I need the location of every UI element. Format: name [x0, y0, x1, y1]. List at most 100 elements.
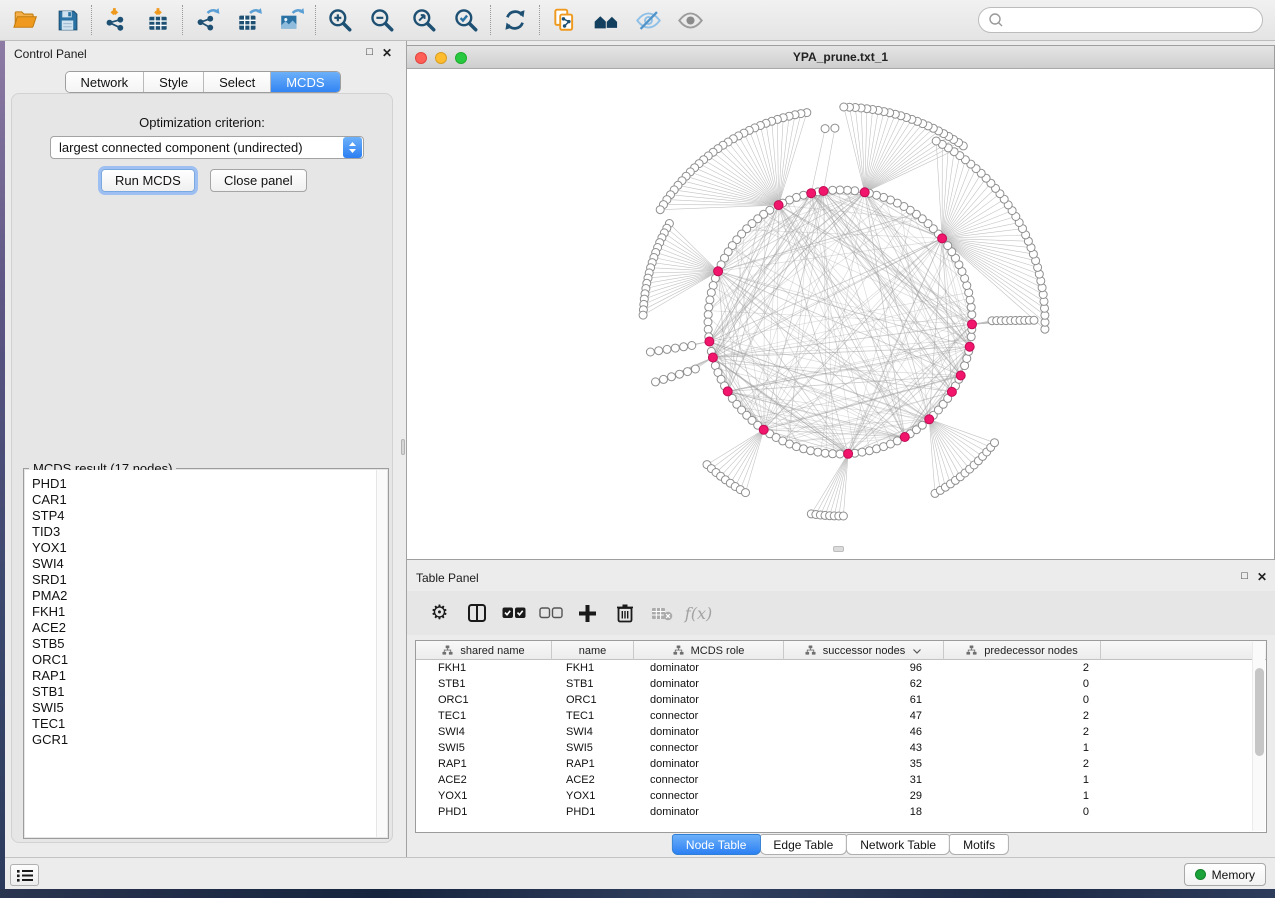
mcds-result-item[interactable]: SRD1 — [32, 572, 376, 588]
graph-hub-node[interactable] — [947, 387, 956, 396]
mcds-result-item[interactable]: TID3 — [32, 524, 376, 540]
close-panel-button[interactable]: Close panel — [210, 169, 307, 192]
vertical-splitter-handle[interactable] — [401, 439, 405, 455]
table-row[interactable]: SWI5SWI5connector431 — [416, 740, 1266, 756]
tab-mcds[interactable]: MCDS — [271, 72, 339, 93]
graph-node[interactable] — [967, 303, 975, 311]
graph-node[interactable] — [821, 449, 829, 457]
tab-network-table[interactable]: Network Table — [846, 834, 950, 855]
graph-node[interactable] — [684, 368, 692, 376]
graph-node[interactable] — [656, 206, 664, 214]
graph-node[interactable] — [932, 137, 940, 145]
table-row[interactable]: YOX1YOX1connector291 — [416, 788, 1266, 804]
graph-node[interactable] — [829, 186, 837, 194]
graph-node[interactable] — [704, 325, 712, 333]
graph-node[interactable] — [676, 370, 684, 378]
graph-hub-node[interactable] — [774, 201, 783, 210]
mcds-result-item[interactable]: PMA2 — [32, 588, 376, 604]
graph-hub-node[interactable] — [714, 267, 723, 276]
graph-node[interactable] — [742, 489, 750, 497]
mcds-result-item[interactable]: GCR1 — [32, 732, 376, 748]
graph-node[interactable] — [706, 296, 714, 304]
table-scrollbar-thumb[interactable] — [1255, 668, 1264, 756]
zoom-in-icon[interactable] — [319, 3, 361, 37]
graph-hub-node[interactable] — [723, 387, 732, 396]
tab-network[interactable]: Network — [65, 72, 144, 93]
mcds-result-item[interactable]: TEC1 — [32, 716, 376, 732]
network-window-titlebar[interactable]: YPA_prune.txt_1 — [407, 46, 1274, 69]
tab-edge-table[interactable]: Edge Table — [759, 834, 847, 855]
graph-node[interactable] — [705, 303, 713, 311]
mcds-result-item[interactable]: STP4 — [32, 508, 376, 524]
tab-select[interactable]: Select — [204, 72, 271, 93]
graph-node[interactable] — [831, 124, 839, 132]
graph-node[interactable] — [839, 512, 847, 520]
mcds-result-item[interactable]: RAP1 — [32, 668, 376, 684]
mcds-result-item[interactable]: STB5 — [32, 636, 376, 652]
column-header-shared-name[interactable]: shared name — [416, 641, 552, 660]
graph-node[interactable] — [655, 347, 663, 355]
mcds-result-item[interactable]: CAR1 — [32, 492, 376, 508]
search-input[interactable] — [1009, 10, 1262, 30]
delete-column-icon[interactable] — [606, 598, 643, 628]
mcds-result-scrollbar[interactable] — [376, 470, 387, 837]
mcds-result-item[interactable]: ORC1 — [32, 652, 376, 668]
graph-node[interactable] — [843, 186, 851, 194]
table-mode-icon[interactable]: ⚙ — [421, 598, 458, 628]
graph-node[interactable] — [660, 375, 668, 383]
graph-hub-node[interactable] — [956, 371, 965, 380]
mcds-result-item[interactable]: ACE2 — [32, 620, 376, 636]
graph-hub-node[interactable] — [968, 320, 977, 329]
show-columns-icon[interactable] — [458, 598, 495, 628]
graph-hub-node[interactable] — [708, 353, 717, 362]
zoom-fit-content-icon[interactable] — [403, 3, 445, 37]
graph-hub-node[interactable] — [965, 342, 974, 351]
export-image-icon[interactable] — [270, 3, 312, 37]
column-header-name[interactable]: name — [552, 641, 634, 660]
column-header-successor-nodes[interactable]: successor nodes — [784, 641, 944, 660]
export-table-icon[interactable] — [228, 3, 270, 37]
task-history-button[interactable] — [10, 864, 39, 886]
close-panel-icon[interactable]: ✕ — [382, 46, 392, 60]
graph-node[interactable] — [968, 311, 976, 319]
graph-hub-node[interactable] — [925, 415, 934, 424]
graph-node[interactable] — [652, 378, 660, 386]
horizontal-splitter-handle[interactable] — [833, 546, 844, 552]
graph-hub-node[interactable] — [900, 433, 909, 442]
graph-node[interactable] — [704, 311, 712, 319]
graph-hub-node[interactable] — [819, 187, 828, 196]
hide-selected-icon[interactable] — [627, 3, 669, 37]
graph-node[interactable] — [944, 242, 952, 250]
graph-node[interactable] — [1030, 316, 1038, 324]
optimization-criterion-select[interactable]: largest connected component (undirected) — [50, 136, 364, 159]
graph-node[interactable] — [991, 439, 999, 447]
graph-node[interactable] — [707, 289, 715, 297]
table-row[interactable]: RAP1RAP1dominator352 — [416, 756, 1266, 772]
tab-motifs[interactable]: Motifs — [949, 834, 1009, 855]
mcds-result-item[interactable]: STB1 — [32, 684, 376, 700]
graph-node[interactable] — [680, 343, 688, 351]
network-canvas[interactable] — [407, 69, 1273, 559]
graph-node[interactable] — [858, 448, 866, 456]
memory-button[interactable]: Memory — [1184, 863, 1266, 886]
export-network-icon[interactable] — [186, 3, 228, 37]
open-file-icon[interactable] — [4, 3, 46, 37]
graph-node[interactable] — [821, 125, 829, 133]
table-row[interactable]: TEC1TEC1connector472 — [416, 708, 1266, 724]
zoom-selected-region-icon[interactable] — [445, 3, 487, 37]
graph-node[interactable] — [851, 187, 859, 195]
graph-hub-node[interactable] — [938, 234, 947, 243]
table-scrollbar[interactable] — [1252, 642, 1265, 831]
graph-node[interactable] — [663, 345, 671, 353]
zoom-out-icon[interactable] — [361, 3, 403, 37]
graph-hub-node[interactable] — [705, 337, 714, 346]
graph-hub-node[interactable] — [807, 189, 816, 198]
table-row[interactable]: SWI4SWI4dominator462 — [416, 724, 1266, 740]
graph-node[interactable] — [639, 311, 647, 319]
deselect-all-icon[interactable] — [532, 598, 569, 628]
graph-node[interactable] — [840, 103, 848, 111]
graph-node[interactable] — [918, 421, 926, 429]
mcds-result-item[interactable]: PHD1 — [32, 476, 376, 492]
graph-node[interactable] — [704, 318, 712, 326]
column-header-mcds-role[interactable]: MCDS role — [634, 641, 784, 660]
